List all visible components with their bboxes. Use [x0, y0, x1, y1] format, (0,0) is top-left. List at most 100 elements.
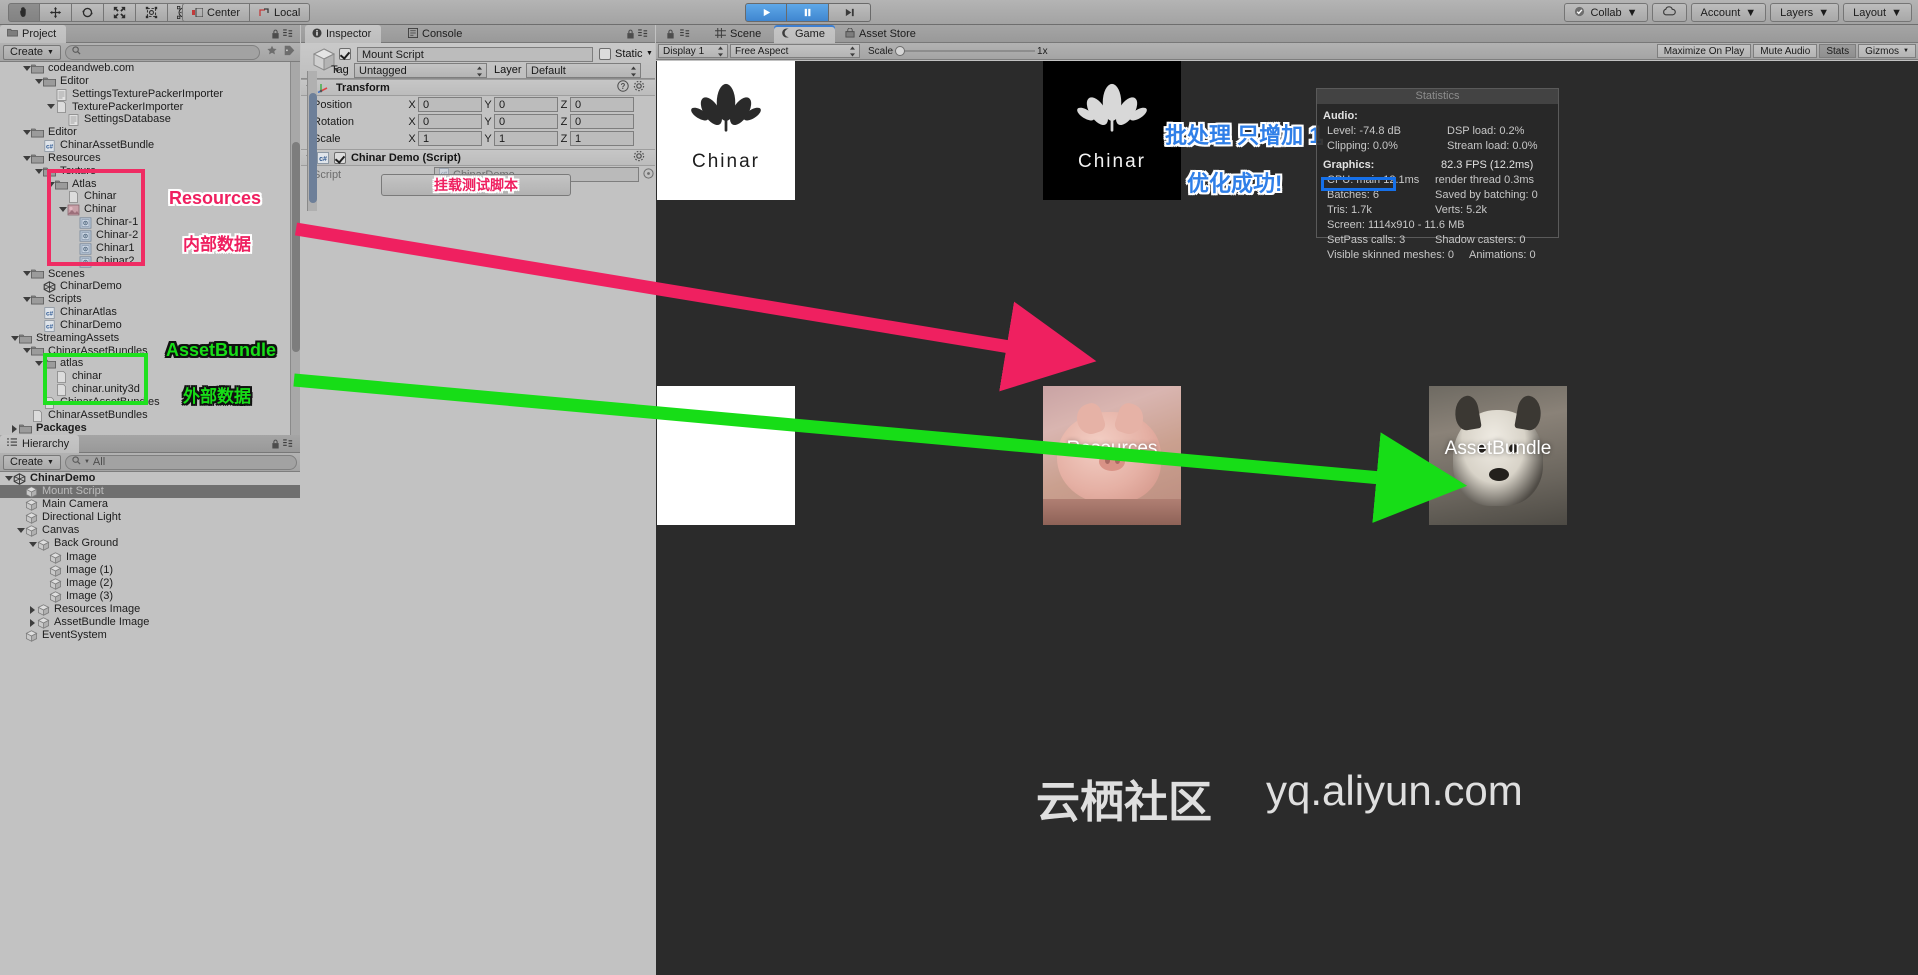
tree-spacer[interactable]	[34, 282, 43, 291]
game-render-area[interactable]: Chinar Chinar Resources AssetBundle 批处理 …	[656, 61, 1918, 975]
transform-z-field[interactable]: 0	[570, 97, 634, 112]
tree-spacer[interactable]	[46, 372, 55, 381]
tree-row[interactable]: AssetBundle Image	[0, 616, 300, 629]
account-button[interactable]: Account ▼	[1690, 3, 1767, 22]
tree-spacer[interactable]	[16, 513, 25, 522]
tree-row[interactable]: Chinar-1	[0, 216, 290, 229]
gizmos-button[interactable]: Gizmos ▼	[1858, 44, 1916, 58]
lock-icon[interactable]	[271, 29, 280, 42]
tree-row[interactable]: Image (1)	[0, 564, 300, 577]
panel-menu-icon[interactable]	[283, 439, 295, 451]
expand-arrow-down-icon[interactable]	[22, 154, 31, 163]
expand-arrow-down-icon[interactable]	[34, 167, 43, 176]
play-button[interactable]	[745, 3, 787, 22]
tree-spacer[interactable]	[46, 385, 55, 394]
tree-row[interactable]: SettingsDatabase	[0, 113, 290, 127]
expand-arrow-down-icon[interactable]	[22, 64, 31, 73]
lock-icon[interactable]	[626, 29, 635, 42]
tree-spacer[interactable]	[34, 321, 43, 330]
inspector-scrollbar[interactable]	[307, 71, 317, 211]
tree-row[interactable]: Back Ground	[0, 537, 300, 551]
tab-inspector[interactable]: Inspector	[305, 25, 382, 43]
tree-row[interactable]: Image	[0, 551, 300, 564]
expand-arrow-down-icon[interactable]	[46, 180, 55, 189]
tree-row[interactable]: TexturePackerImporter	[0, 101, 290, 114]
tree-spacer[interactable]	[16, 487, 25, 496]
tree-row[interactable]: Packages	[0, 422, 290, 435]
tree-row[interactable]: SettingsTexturePackerImporter	[0, 88, 290, 101]
tree-row[interactable]: Editor	[0, 75, 290, 88]
hand-tool-button[interactable]	[8, 3, 40, 22]
transform-x-field[interactable]: 0	[418, 97, 482, 112]
cloud-button[interactable]	[1651, 3, 1687, 22]
tab-scene[interactable]: Scene	[708, 25, 771, 43]
tree-spacer[interactable]	[58, 115, 67, 124]
tree-row[interactable]: Scripts	[0, 293, 290, 306]
move-tool-button[interactable]	[40, 3, 72, 22]
tab-console[interactable]: Console	[401, 25, 472, 43]
space-mode-button[interactable]: Local	[250, 3, 311, 22]
hierarchy-tree[interactable]: ChinarDemo Mount Script Main Camera Directi…	[0, 472, 300, 975]
rect-tool-button[interactable]	[136, 3, 168, 22]
tree-row[interactable]: Main Camera	[0, 498, 300, 512]
tree-row[interactable]: Chinar2	[0, 255, 290, 268]
transform-x-field[interactable]: 0	[418, 114, 482, 129]
tab-game[interactable]: Game	[774, 25, 835, 43]
tree-spacer[interactable]	[34, 308, 43, 317]
transform-y-field[interactable]: 0	[494, 114, 558, 129]
stats-button[interactable]: Stats	[1819, 44, 1857, 58]
expand-arrow-down-icon[interactable]	[22, 269, 31, 278]
tree-row[interactable]: codeandweb.com	[0, 62, 290, 75]
hierarchy-search-input[interactable]: ▼ All	[64, 454, 297, 470]
step-button[interactable]	[829, 3, 871, 22]
expand-arrow-right-icon[interactable]	[10, 424, 19, 433]
project-search-input[interactable]	[64, 44, 260, 60]
script-component-header[interactable]: ▼ c# Chinar Demo (Script)	[301, 149, 655, 166]
label-filter-icon[interactable]	[284, 45, 295, 59]
expand-arrow-down-icon[interactable]	[22, 346, 31, 355]
tree-row[interactable]: Texture	[0, 165, 290, 178]
layout-button[interactable]: Layout ▼	[1843, 3, 1912, 22]
lock-icon[interactable]	[666, 29, 675, 42]
pause-button[interactable]	[787, 3, 829, 22]
tree-row[interactable]: ChinarAssetBundles	[0, 409, 290, 422]
transform-help-icon[interactable]: ?	[617, 80, 629, 95]
tree-row[interactable]: EventSystem	[0, 629, 300, 643]
tree-spacer[interactable]	[40, 553, 49, 562]
tree-spacer[interactable]	[70, 231, 79, 240]
transform-y-field[interactable]: 1	[494, 131, 558, 146]
tree-spacer[interactable]	[16, 500, 25, 509]
tree-spacer[interactable]	[46, 90, 55, 99]
expand-arrow-right-icon[interactable]	[28, 618, 37, 628]
tree-row[interactable]: Directional Light	[0, 511, 300, 525]
expand-arrow-right-icon[interactable]	[28, 605, 37, 614]
chevron-down-icon[interactable]: ▼	[646, 50, 653, 57]
tree-spacer[interactable]	[40, 579, 49, 588]
tree-row[interactable]: c# ChinarDemo	[0, 319, 290, 332]
maximize-on-play-button[interactable]: Maximize On Play	[1656, 44, 1752, 58]
script-enabled-checkbox[interactable]	[333, 151, 346, 164]
expand-arrow-down-icon[interactable]	[46, 102, 55, 111]
tree-row[interactable]: Scenes	[0, 268, 290, 281]
transform-y-field[interactable]: 0	[494, 97, 558, 112]
lock-icon[interactable]	[271, 439, 280, 452]
script-settings-icon[interactable]	[633, 150, 645, 165]
scale-slider[interactable]	[895, 44, 1036, 58]
tree-row[interactable]: Resources Image	[0, 603, 300, 616]
inspector-scrollbar-thumb[interactable]	[309, 93, 317, 203]
object-picker-icon[interactable]	[643, 167, 654, 182]
mute-audio-button[interactable]: Mute Audio	[1753, 44, 1818, 58]
tree-row[interactable]: Image (2)	[0, 577, 300, 590]
pivot-mode-button[interactable]: Center	[182, 3, 251, 22]
project-scrollbar-thumb[interactable]	[292, 142, 300, 352]
expand-arrow-down-icon[interactable]	[10, 334, 19, 343]
tree-row[interactable]: Editor	[0, 126, 290, 139]
expand-arrow-down-icon[interactable]	[22, 128, 31, 137]
tree-spacer[interactable]	[34, 141, 43, 150]
aspect-dropdown[interactable]: Free Aspect	[730, 44, 860, 58]
tree-row[interactable]: Mount Script	[0, 485, 300, 499]
object-active-checkbox[interactable]	[339, 48, 351, 60]
layers-button[interactable]: Layers ▼	[1770, 3, 1840, 22]
object-name-field[interactable]: Mount Script	[357, 47, 593, 62]
tree-spacer[interactable]	[34, 398, 43, 407]
